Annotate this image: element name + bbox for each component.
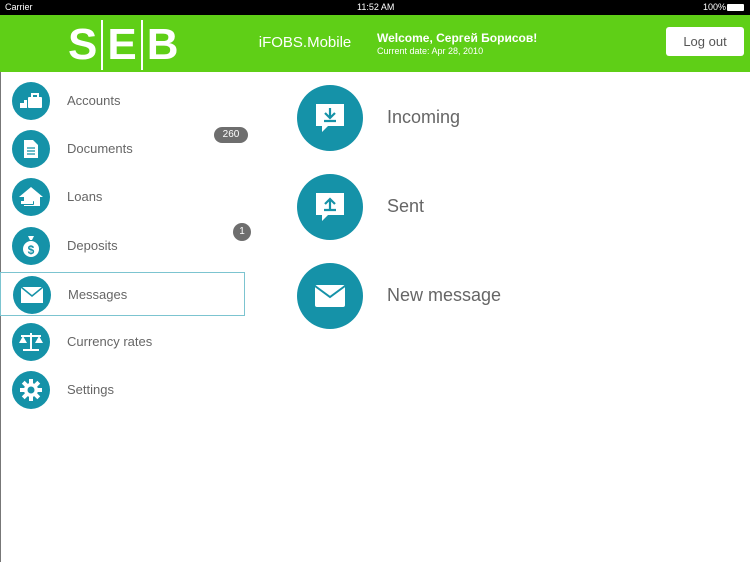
current-date: Current date: Apr 28, 2010 — [377, 46, 484, 56]
action-label: New message — [387, 285, 502, 305]
sidebar-item-label: Currency rates — [67, 334, 153, 349]
count-badge: 1 — [233, 223, 251, 241]
action-label: Incoming — [387, 107, 461, 127]
battery-level: 100% — [703, 2, 727, 12]
logo-letter: E — [107, 20, 137, 69]
sidebar-item-accounts[interactable]: Accounts — [0, 79, 245, 123]
sidebar-item-label: Messages — [68, 287, 128, 302]
logout-button[interactable]: Log out — [666, 27, 744, 56]
house-car-icon — [12, 178, 50, 216]
sent-button[interactable]: Sent — [297, 174, 697, 240]
sidebar-item-loans[interactable]: Loans — [0, 175, 245, 219]
envelope-icon — [13, 276, 51, 314]
sidebar-item-settings[interactable]: Settings — [0, 368, 245, 412]
scales-icon — [12, 323, 50, 361]
sidebar-item-label: Deposits — [67, 238, 118, 253]
action-label: Sent — [387, 196, 425, 216]
svg-text:$: $ — [28, 243, 35, 257]
welcome-text: Welcome, Сергей Борисов! — [377, 31, 538, 45]
inbox-download-icon — [297, 85, 363, 151]
carrier: Carrier — [5, 2, 33, 12]
incoming-button[interactable]: Incoming — [297, 85, 697, 151]
document-icon — [12, 130, 50, 168]
sidebar-item-label: Loans — [67, 189, 103, 204]
app-name: iFOBS.Mobile — [258, 34, 352, 51]
new-message-button[interactable]: New message — [297, 263, 697, 329]
envelope-icon — [297, 263, 363, 329]
sidebar-item-messages[interactable]: Messages — [0, 272, 245, 316]
header: S E B iFOBS.Mobile Welcome, Сергей Борис… — [0, 15, 750, 72]
seb-logo: S E B — [64, 20, 183, 70]
outbox-upload-icon — [297, 174, 363, 240]
gear-icon — [12, 371, 50, 409]
money-bag-icon: $ — [12, 227, 50, 265]
sidebar-item-label: Documents — [67, 141, 133, 156]
sidebar-item-label: Accounts — [67, 93, 121, 108]
logo-letter: B — [146, 20, 179, 69]
sidebar-item-label: Settings — [67, 382, 114, 397]
briefcase-icon — [12, 82, 50, 120]
sidebar-item-currency-rates[interactable]: Currency rates — [0, 320, 245, 364]
count-badge: 260 — [214, 127, 248, 143]
clock: 11:52 AM — [357, 2, 395, 12]
logo-letter: S — [68, 20, 98, 69]
sidebar-item-deposits[interactable]: $ Deposits — [0, 224, 245, 268]
status-bar: Carrier 11:52 AM 100% — [0, 0, 750, 15]
battery-icon — [727, 4, 744, 11]
sidebar-item-documents[interactable]: Documents — [0, 127, 245, 171]
